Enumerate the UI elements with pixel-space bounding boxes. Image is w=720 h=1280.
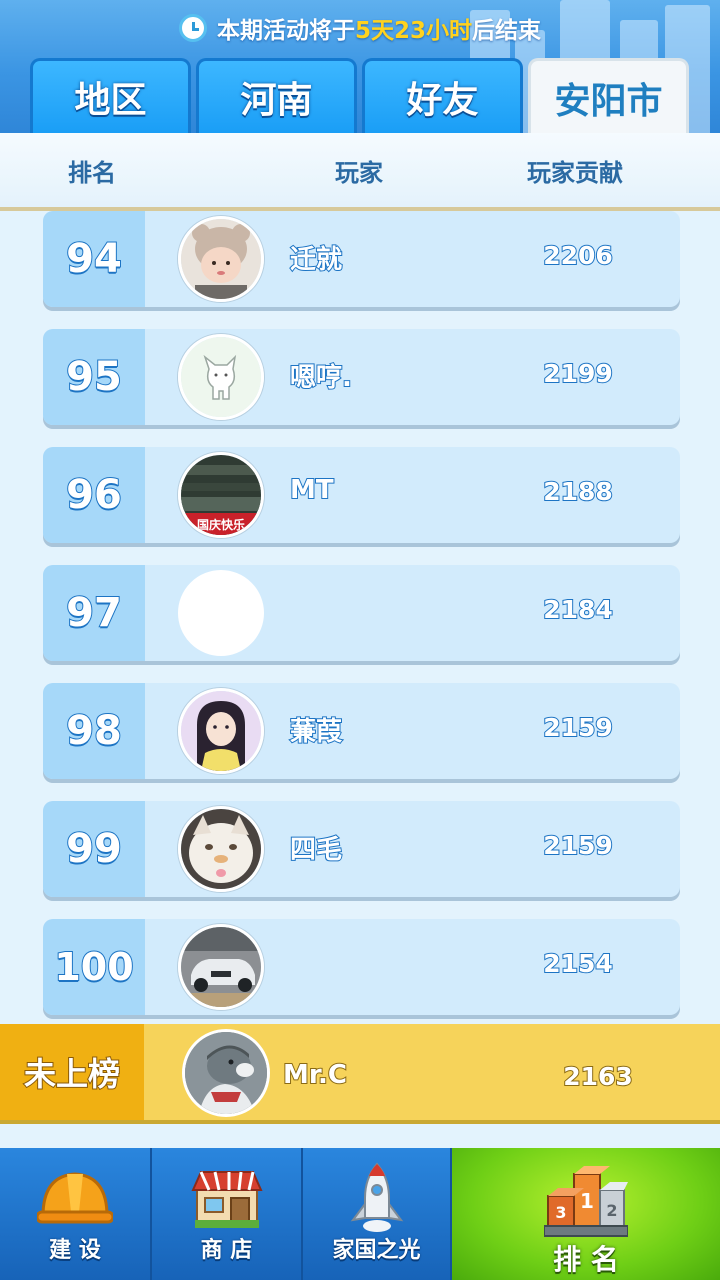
nav-shop-button[interactable]: 商 店 (152, 1148, 303, 1280)
avatar[interactable] (178, 334, 264, 420)
avatar[interactable] (178, 688, 264, 774)
player-name: MT (289, 474, 335, 506)
player-name: 迁就 (289, 244, 343, 276)
countdown-prefix: 本期活动将于 (216, 18, 355, 44)
header-contribution: 玩家贡献 (527, 159, 623, 187)
tab-henan[interactable]: 河南 (196, 58, 357, 133)
rank-number: 96 (43, 447, 145, 543)
tab-anyang[interactable]: 安阳市 (528, 58, 689, 133)
countdown-text: 本期活动将于 5天23小时 后结束 (217, 11, 541, 45)
player-score: 2184 (542, 594, 614, 625)
rank-number: 98 (43, 683, 145, 779)
player-score: 2159 (542, 712, 614, 743)
player-score: 2188 (542, 476, 614, 507)
leaderboard-row[interactable]: 94 迁就 2206 (43, 211, 680, 307)
leaderboard-row[interactable]: 99 四毛 2159 (43, 801, 680, 897)
leaderboard-header: 排名 玩家 玩家贡献 (0, 133, 720, 211)
nav-ranking-button[interactable]: 1 2 3 排 名 (452, 1148, 720, 1280)
rank-number: 95 (43, 329, 145, 425)
rank-number: 94 (43, 211, 145, 307)
hardhat-icon (37, 1172, 113, 1224)
countdown-remaining: 5天23小时 (354, 18, 472, 44)
my-avatar[interactable] (182, 1029, 270, 1117)
avatar[interactable]: 国庆快乐 (178, 452, 264, 538)
svg-text:2: 2 (606, 1201, 617, 1220)
my-player-score: 2163 (562, 1061, 634, 1092)
header-rank: 排名 (68, 159, 116, 187)
avatar[interactable] (178, 806, 264, 892)
nav-homeland-button[interactable]: 家国之光 (303, 1148, 452, 1280)
rank-number: 99 (43, 801, 145, 897)
nav-ranking-label: 排 名 (553, 1243, 619, 1276)
podium-icon: 1 2 3 (544, 1166, 628, 1237)
clock-icon (178, 14, 207, 42)
nav-build-label: 建 设 (49, 1238, 101, 1263)
event-countdown: 本期活动将于 5天23小时 后结束 (0, 8, 720, 48)
player-name: 四毛 (289, 834, 343, 866)
leaderboard-row[interactable]: 98 蒹葭 2159 (43, 683, 680, 779)
avatar-caption: 国庆快乐 (197, 517, 245, 532)
svg-text:3: 3 (555, 1203, 566, 1222)
tab-friends[interactable]: 好友 (362, 58, 523, 133)
avatar[interactable] (178, 570, 264, 656)
my-player-name: Mr.C (282, 1059, 348, 1091)
shop-icon (190, 1171, 263, 1228)
leaderboard-list[interactable]: 94 迁就 2206 95 嗯哼. 2199 96 国庆快乐 MT 2188 9… (0, 211, 720, 1023)
player-name: 嗯哼. (289, 362, 353, 394)
leaderboard-row[interactable]: 95 嗯哼. 2199 (43, 329, 680, 425)
my-rank-status: 未上榜 (0, 1024, 144, 1120)
player-score: 2154 (542, 948, 614, 979)
svg-text:1: 1 (580, 1189, 594, 1213)
avatar[interactable] (178, 924, 264, 1010)
avatar[interactable] (178, 216, 264, 302)
nav-shop-label: 商 店 (200, 1238, 253, 1263)
leaderboard-row[interactable]: 100 2154 (43, 919, 680, 1015)
tab-region[interactable]: 地区 (30, 58, 191, 133)
rocket-icon (350, 1162, 403, 1232)
rank-number: 97 (43, 565, 145, 661)
player-score: 2199 (542, 358, 614, 389)
my-rank-row[interactable]: 未上榜 Mr.C 2163 (0, 1024, 720, 1124)
rank-number: 100 (43, 919, 145, 1015)
countdown-suffix: 后结束 (472, 18, 541, 44)
player-name: 蒹葭 (289, 716, 343, 748)
nav-homeland-label: 家国之光 (332, 1238, 421, 1263)
bottom-navigation: 建 设 商 店 家国之光 1 2 3 排 名 (0, 1148, 720, 1280)
leaderboard-row[interactable]: 96 国庆快乐 MT 2188 (43, 447, 680, 543)
player-score: 2159 (542, 830, 614, 861)
player-score: 2206 (542, 240, 614, 271)
header-player: 玩家 (335, 159, 383, 187)
top-banner: 本期活动将于 5天23小时 后结束 地区 河南 好友 安阳市 (0, 0, 720, 133)
nav-build-button[interactable]: 建 设 (0, 1148, 152, 1280)
leaderboard-row[interactable]: 97 2184 (43, 565, 680, 661)
